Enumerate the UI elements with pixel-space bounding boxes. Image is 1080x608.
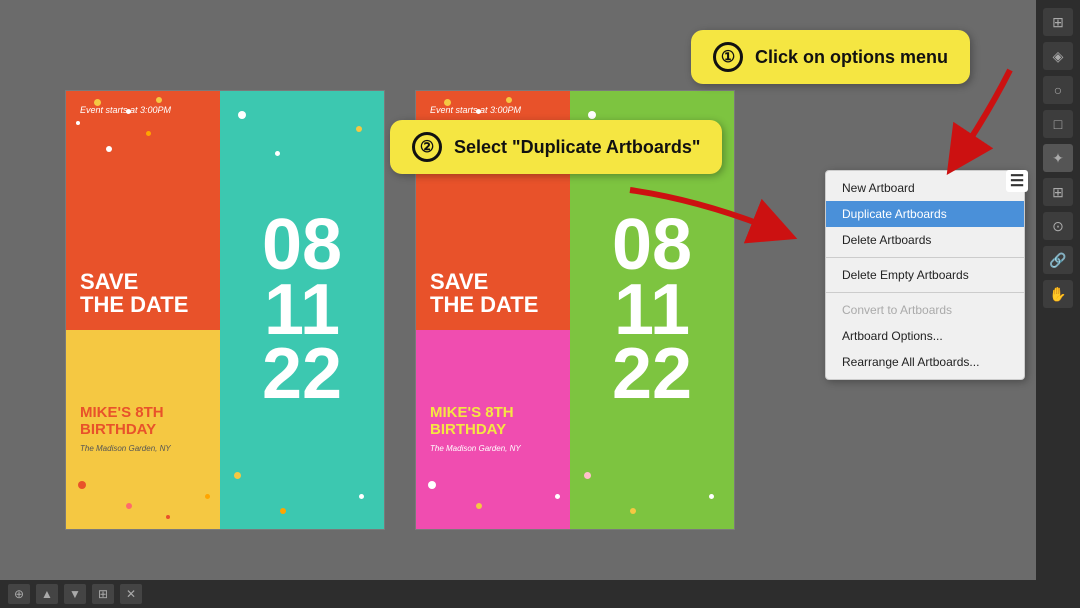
menu-divider-1 xyxy=(826,257,1024,258)
sidebar-tool-transform[interactable]: ⊙ xyxy=(1043,212,1073,240)
sidebar-tool-circle[interactable]: ○ xyxy=(1043,76,1073,104)
event-time-2: Event starts at 3:00PM xyxy=(430,105,521,115)
artboard-1-right: 08 11 22 xyxy=(220,91,384,529)
birthday-name-2: MIKE'S 8THBIRTHDAY xyxy=(430,405,556,438)
toolbar-add[interactable]: ⊕ xyxy=(8,584,30,604)
artboard-2-bottom-panel: MIKE'S 8THBIRTHDAY The Madison Garden, N… xyxy=(416,330,570,529)
tooltip-2: ② Select "Duplicate Artboards" xyxy=(390,120,722,174)
arrow-2 xyxy=(620,170,800,270)
sidebar-tool-square[interactable]: □ xyxy=(1043,110,1073,138)
step-2-circle: ② xyxy=(412,132,442,162)
toolbar-grid[interactable]: ⊞ xyxy=(92,584,114,604)
toolbar-down[interactable]: ▼ xyxy=(64,584,86,604)
tooltip-1: ① Click on options menu xyxy=(691,30,970,84)
menu-divider-2 xyxy=(826,292,1024,293)
tooltip-1-text: Click on options menu xyxy=(755,47,948,68)
num-22-1: 22 xyxy=(262,342,342,407)
num-11-1: 11 xyxy=(264,278,340,343)
menu-rearrange[interactable]: Rearrange All Artboards... xyxy=(826,349,1024,375)
save-date-2: SAVETHE DATE xyxy=(430,270,538,316)
step-1-circle: ① xyxy=(713,42,743,72)
num-22-2: 22 xyxy=(612,342,692,407)
menu-duplicate-artboards[interactable]: Duplicate Artboards xyxy=(826,201,1024,227)
right-sidebar: ⊞ ◈ ○ □ ✦ ⊞ ⊙ 🔗 ✋ xyxy=(1036,0,1080,608)
toolbar-delete[interactable]: ✕ xyxy=(120,584,142,604)
menu-convert: Convert to Artboards xyxy=(826,297,1024,323)
event-time-1: Event starts at 3:00PM xyxy=(80,105,171,115)
num-08-1: 08 xyxy=(262,213,342,278)
menu-delete-artboards[interactable]: Delete Artboards xyxy=(826,227,1024,253)
artboard-1-left: Event starts at 3:00PM SAVETHE DATE MIKE… xyxy=(66,91,220,529)
sidebar-tool-links[interactable]: 🔗 xyxy=(1043,246,1073,274)
bottom-toolbar: ⊕ ▲ ▼ ⊞ ✕ xyxy=(0,580,1036,608)
sidebar-tool-align[interactable]: ⊞ xyxy=(1043,178,1073,206)
menu-artboard-options[interactable]: Artboard Options... xyxy=(826,323,1024,349)
sidebar-tool-layers[interactable]: ◈ xyxy=(1043,42,1073,70)
toolbar-up[interactable]: ▲ xyxy=(36,584,58,604)
menu-delete-empty[interactable]: Delete Empty Artboards xyxy=(826,262,1024,288)
num-11-2: 11 xyxy=(614,278,690,343)
sidebar-tool-hand[interactable]: ✋ xyxy=(1043,280,1073,308)
artboard-1-bottom-panel: MIKE'S 8THBIRTHDAY The Madison Garden, N… xyxy=(66,330,220,529)
sidebar-tool-artboards[interactable]: ✦ xyxy=(1043,144,1073,172)
tooltip-2-text: Select "Duplicate Artboards" xyxy=(454,137,700,158)
sidebar-tool-grid[interactable]: ⊞ xyxy=(1043,8,1073,36)
artboard-1: Event starts at 3:00PM SAVETHE DATE MIKE… xyxy=(65,90,385,530)
save-date-1: SAVETHE DATE xyxy=(80,270,188,316)
context-menu: New Artboard Duplicate Artboards Delete … xyxy=(825,170,1025,380)
artboard-1-top-panel: Event starts at 3:00PM SAVETHE DATE xyxy=(66,91,220,330)
location-2: The Madison Garden, NY xyxy=(430,444,556,453)
location-1: The Madison Garden, NY xyxy=(80,444,206,453)
birthday-name-1: MIKE'S 8THBIRTHDAY xyxy=(80,405,206,438)
